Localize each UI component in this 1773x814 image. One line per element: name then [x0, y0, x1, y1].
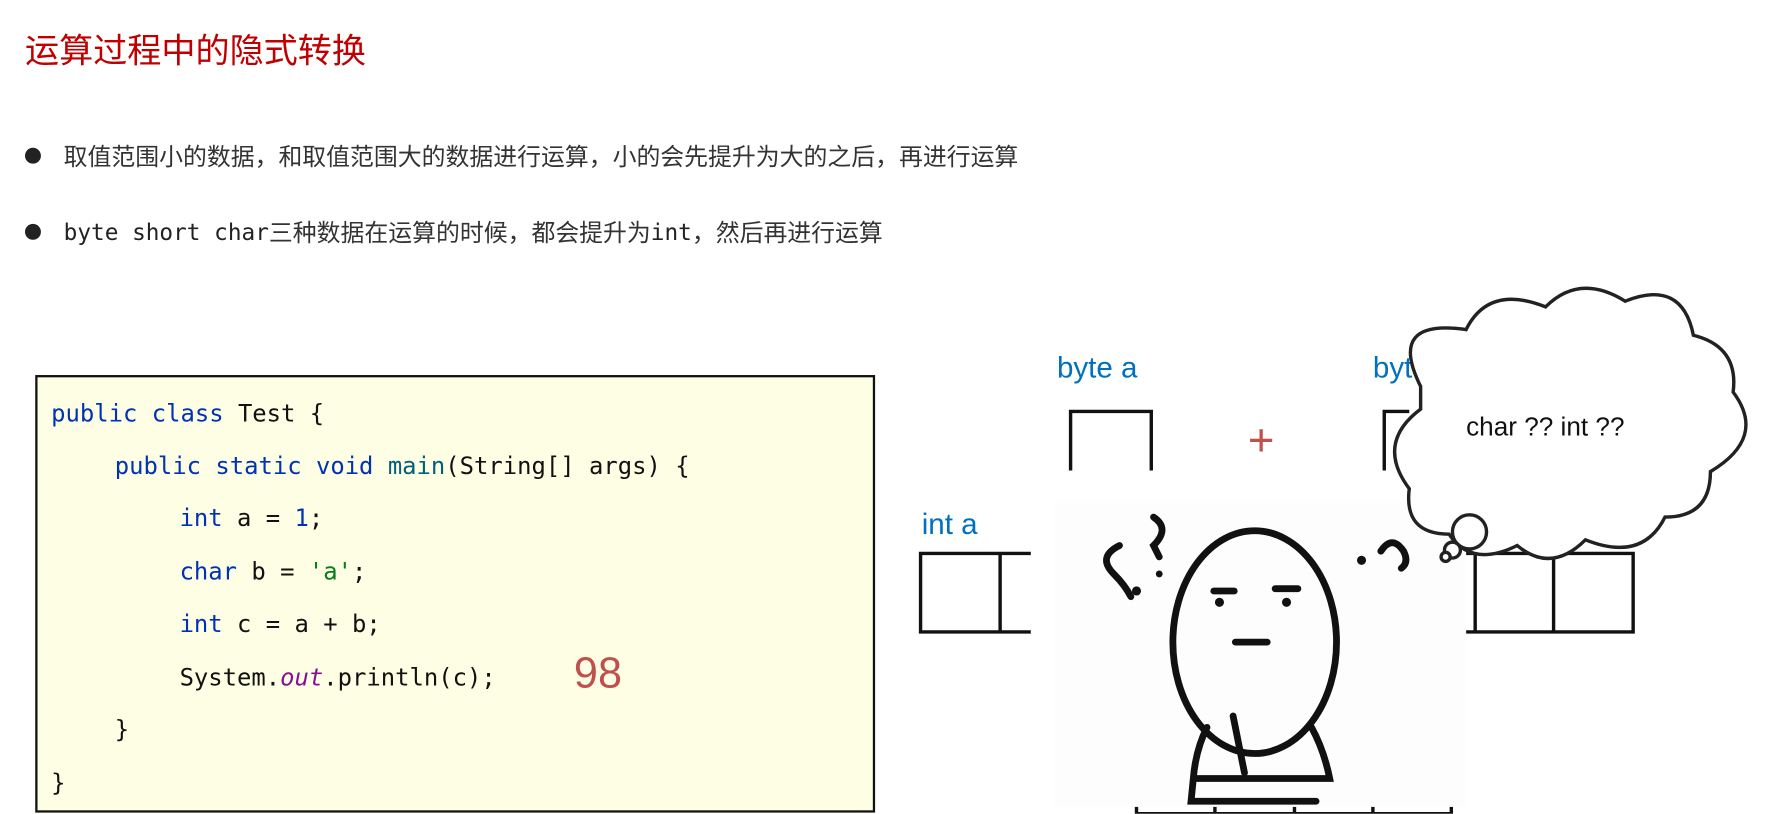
label-byte-a: byte a — [1056, 350, 1138, 385]
slide: 运算过程中的隐式转换 取值范围小的数据，和取值范围大的数据进行运算，小的会先提升… — [0, 0, 1773, 814]
byte-a-box — [1068, 409, 1153, 471]
plus-sign: + — [1247, 415, 1275, 466]
diagram-shapes — [918, 286, 1748, 814]
label-int-a: int a — [921, 506, 978, 541]
int-b-box — [1466, 551, 1635, 634]
confused-character-image — [1054, 500, 1467, 807]
int-a-box — [918, 551, 1031, 634]
thought-text: char ?? int ?? — [1466, 411, 1625, 441]
